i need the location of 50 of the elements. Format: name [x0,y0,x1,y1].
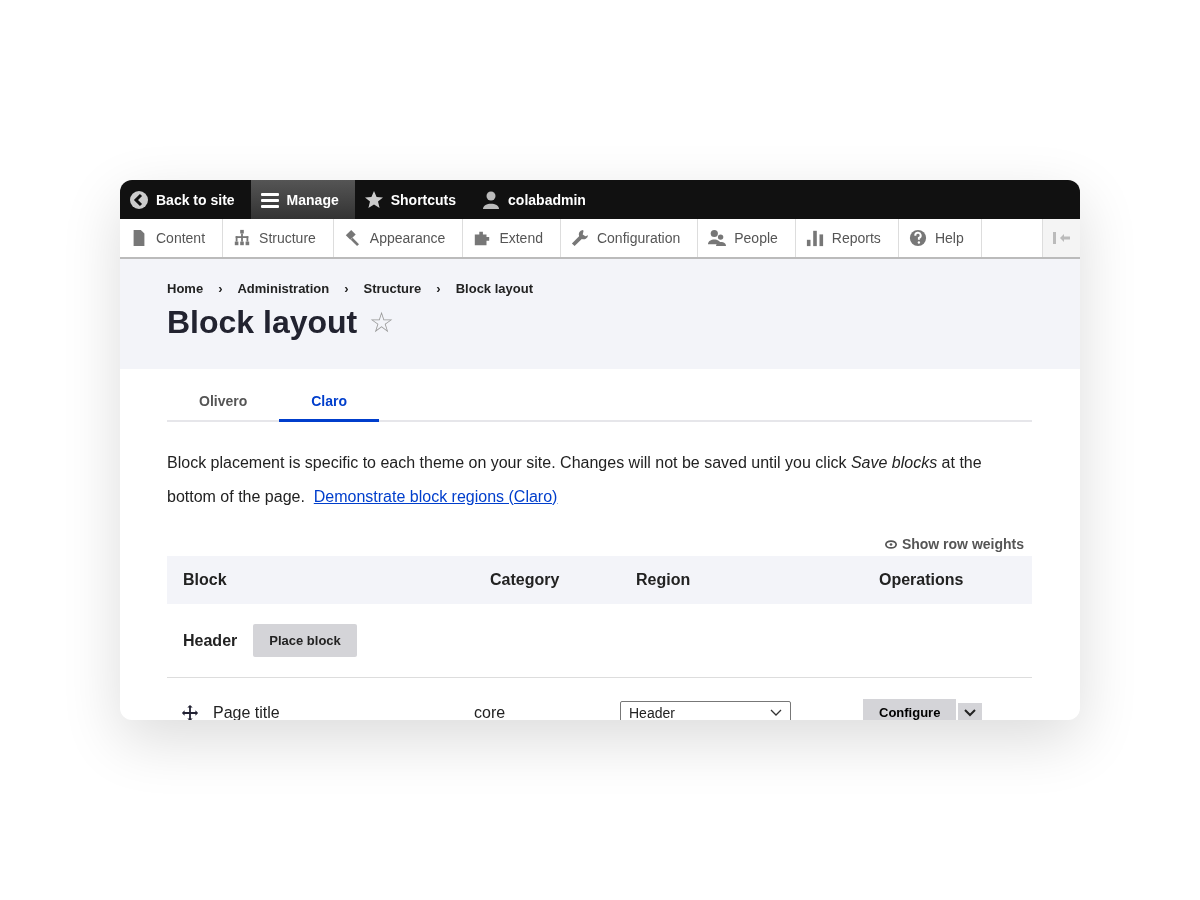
place-block-button[interactable]: Place block [253,624,357,657]
collapse-icon [1051,231,1072,245]
column-header: Operations [879,571,965,589]
column-header: Category [490,571,561,589]
region-select[interactable]: Header [620,700,791,720]
menu-item[interactable]: Configuration [560,219,699,257]
toolbar-tab[interactable]: Back to site [120,180,251,219]
table-cell: Page title [213,703,280,720]
chevron-icon [770,708,782,717]
star-icon [363,189,384,210]
breadcrumb-separator: › [218,281,223,296]
bar-chart-icon [805,229,824,247]
column-header: Region [636,571,692,589]
table-cell-text: core [474,703,507,720]
column-header: Block [182,571,228,589]
operations-dropdown-button[interactable] [958,702,983,720]
menu-item[interactable]: Help [898,219,982,257]
eye-icon [884,539,897,549]
wrench-icon [570,229,589,247]
puzzle-icon [473,229,492,247]
hierarchy-icon [233,229,252,247]
menu-item[interactable]: Reports [795,219,899,257]
configure-button[interactable]: Configure [863,699,957,720]
help-icon [908,229,927,247]
drag-handle-icon[interactable] [181,703,199,720]
demonstrate-regions-link[interactable]: Demonstrate block regions (Claro) [313,488,558,505]
show-row-weights-link[interactable]: Show row weights [884,536,1024,552]
chevron-icon [964,708,977,717]
toolbar-tab[interactable]: Manage [250,180,355,219]
menu-item[interactable]: People [698,219,796,257]
breadcrumb-link[interactable]: Block layout [455,281,533,296]
breadcrumb-separator: › [436,281,441,296]
breadcrumb-link[interactable]: Administration [237,281,330,296]
page-title: Block layout [167,304,358,341]
theme-tab[interactable]: Olivero [167,381,280,422]
theme-tab[interactable]: Claro [279,381,380,422]
menu-item[interactable]: Appearance [333,219,464,257]
menu-item[interactable]: Structure [223,219,334,257]
toolbar-tab[interactable]: colabadmin [472,180,602,219]
breadcrumb-link[interactable]: Structure [363,281,422,296]
menu-item[interactable]: Content [120,219,224,257]
user-icon [481,189,502,210]
region-heading: Header [183,631,238,650]
menu-item[interactable]: Extend [463,219,561,257]
breadcrumb-link[interactable]: Home [167,281,204,296]
toolbar-tab[interactable]: Shortcuts [354,180,473,219]
people-icon [708,229,727,247]
back-icon [129,189,149,210]
intro-text: Block placement is specific to each theme on your site. Changes will not be saved until you click Save blocks at the bottom of the page. Demonstrate block regions (Claro) [167,453,983,507]
breadcrumb-separator: › [344,281,349,296]
